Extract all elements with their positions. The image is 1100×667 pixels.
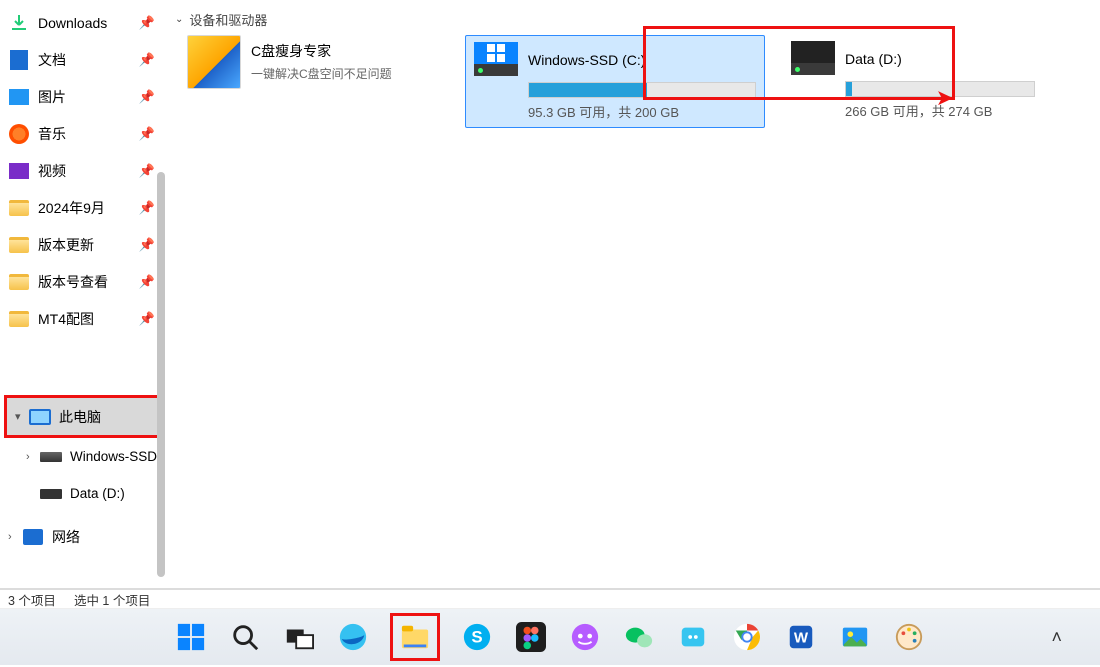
svg-text:W: W [794, 630, 809, 647]
tool-title: C盘瘦身专家 [251, 41, 392, 61]
taskbar-search[interactable] [228, 620, 262, 654]
label: Data (D:) [70, 486, 125, 501]
drive-usage-bar [528, 82, 756, 98]
pin-icon: 📌 [139, 274, 155, 290]
label: Windows-SSD [70, 449, 157, 464]
pin-icon: 📌 [139, 89, 155, 105]
taskbar-wechat[interactable] [622, 620, 656, 654]
music-icon [8, 123, 30, 145]
label: 文档 [38, 50, 66, 70]
label: 此电脑 [59, 407, 101, 427]
highlight-taskbar-explorer [390, 613, 440, 661]
status-item-count: 3 个项目 [8, 590, 56, 609]
label: 版本号查看 [38, 272, 108, 292]
tool-c-disk-slimmer[interactable]: C盘瘦身专家 一键解决C盘空间不足问题 [187, 35, 447, 128]
pin-icon: 📌 [139, 126, 155, 142]
content-pane: ⌄ 设备和驱动器 C盘瘦身专家 一键解决C盘空间不足问题 Windows-SSD… [165, 0, 1100, 588]
drive-usage-bar [845, 81, 1035, 97]
taskbar-photos[interactable] [838, 620, 872, 654]
sidebar-item-downloads[interactable]: Downloads 📌 [0, 4, 165, 41]
label: MT4配图 [38, 309, 94, 329]
sidebar-item-music[interactable]: 音乐 📌 [0, 115, 165, 152]
label: Downloads [38, 15, 107, 31]
sidebar-item-this-pc[interactable]: ▾ 此电脑 [7, 398, 158, 435]
sidebar-item-version-check[interactable]: 版本号查看 📌 [0, 263, 165, 300]
label: 版本更新 [38, 235, 94, 255]
taskbar-file-explorer[interactable] [398, 620, 432, 654]
taskbar: S W ˄ [0, 608, 1100, 665]
taskbar-chrome[interactable] [730, 620, 764, 654]
folder-icon [8, 271, 30, 293]
folder-icon [8, 308, 30, 330]
drive-d-icon [791, 41, 835, 75]
taskbar-word[interactable]: W [784, 620, 818, 654]
pin-icon: 📌 [139, 163, 155, 179]
video-icon [8, 160, 30, 182]
taskbar-show-hidden-icons[interactable]: ˄ [1051, 627, 1062, 648]
drive-capacity: 95.3 GB 可用，共 200 GB [528, 102, 756, 121]
label: 图片 [38, 87, 66, 107]
sidebar-scrollbar[interactable] [157, 172, 165, 577]
network-icon [22, 526, 44, 548]
taskbar-edge[interactable] [336, 620, 370, 654]
label: 2024年9月 [38, 198, 105, 218]
taskbar-figma[interactable] [514, 620, 548, 654]
chevron-down-icon: ▾ [15, 410, 29, 423]
folder-icon [8, 197, 30, 219]
highlight-this-pc: ▾ 此电脑 [4, 395, 161, 438]
nav-sidebar: Downloads 📌 文档 📌 图片 📌 音乐 📌 视频 📌 2024年9月 … [0, 0, 165, 588]
label: 音乐 [38, 124, 66, 144]
pin-icon: 📌 [139, 15, 155, 31]
taskbar-discord[interactable] [568, 620, 602, 654]
status-selection-count: 选中 1 个项目 [74, 590, 150, 609]
section-title: 设备和驱动器 [189, 10, 267, 29]
sidebar-item-folder-2024-09[interactable]: 2024年9月 📌 [0, 189, 165, 226]
drive-c[interactable]: Windows-SSD (C:) 95.3 GB 可用，共 200 GB [465, 35, 765, 128]
taskbar-taskview[interactable] [282, 620, 316, 654]
pin-icon: 📌 [139, 237, 155, 253]
label: 视频 [38, 161, 66, 181]
drive-name: Data (D:) [845, 49, 902, 67]
tool-subtitle: 一键解决C盘空间不足问题 [251, 65, 392, 82]
label: 网络 [52, 527, 80, 547]
section-header[interactable]: ⌄ 设备和驱动器 [165, 0, 1100, 35]
sidebar-item-drive-d[interactable]: Data (D:) [0, 475, 165, 512]
sidebar-item-mt4[interactable]: MT4配图 📌 [0, 300, 165, 337]
drive-capacity: 266 GB 可用，共 274 GB [845, 101, 1035, 120]
taskbar-start[interactable] [174, 620, 208, 654]
download-icon [8, 12, 30, 34]
sidebar-item-pictures[interactable]: 图片 📌 [0, 78, 165, 115]
chevron-right-icon: › [8, 531, 22, 543]
drive-name: Windows-SSD (C:) [528, 50, 645, 68]
pin-icon: 📌 [139, 311, 155, 327]
chevron-right-icon: › [26, 451, 40, 463]
pictures-icon [8, 86, 30, 108]
folder-icon [8, 234, 30, 256]
sidebar-item-videos[interactable]: 视频 📌 [0, 152, 165, 189]
pin-icon: 📌 [139, 52, 155, 68]
pin-icon: 📌 [139, 200, 155, 216]
svg-text:S: S [471, 628, 482, 647]
sidebar-item-documents[interactable]: 文档 📌 [0, 41, 165, 78]
status-bar: 3 个项目 选中 1 个项目 [0, 588, 1100, 608]
sidebar-item-version-update[interactable]: 版本更新 📌 [0, 226, 165, 263]
sidebar-item-drive-c[interactable]: › Windows-SSD [0, 438, 165, 475]
drive-icon [40, 446, 62, 468]
taskbar-paint[interactable] [892, 620, 926, 654]
tool-thumbnail-icon [187, 35, 241, 89]
document-icon [8, 49, 30, 71]
drive-icon [40, 483, 62, 505]
taskbar-app-fox[interactable] [676, 620, 710, 654]
computer-icon [29, 406, 51, 428]
chevron-down-icon: ⌄ [175, 14, 183, 25]
drive-c-icon [474, 42, 518, 76]
sidebar-item-network[interactable]: › 网络 [0, 518, 165, 555]
drive-d[interactable]: Data (D:) 266 GB 可用，共 274 GB [783, 35, 1043, 128]
taskbar-skype[interactable]: S [460, 620, 494, 654]
